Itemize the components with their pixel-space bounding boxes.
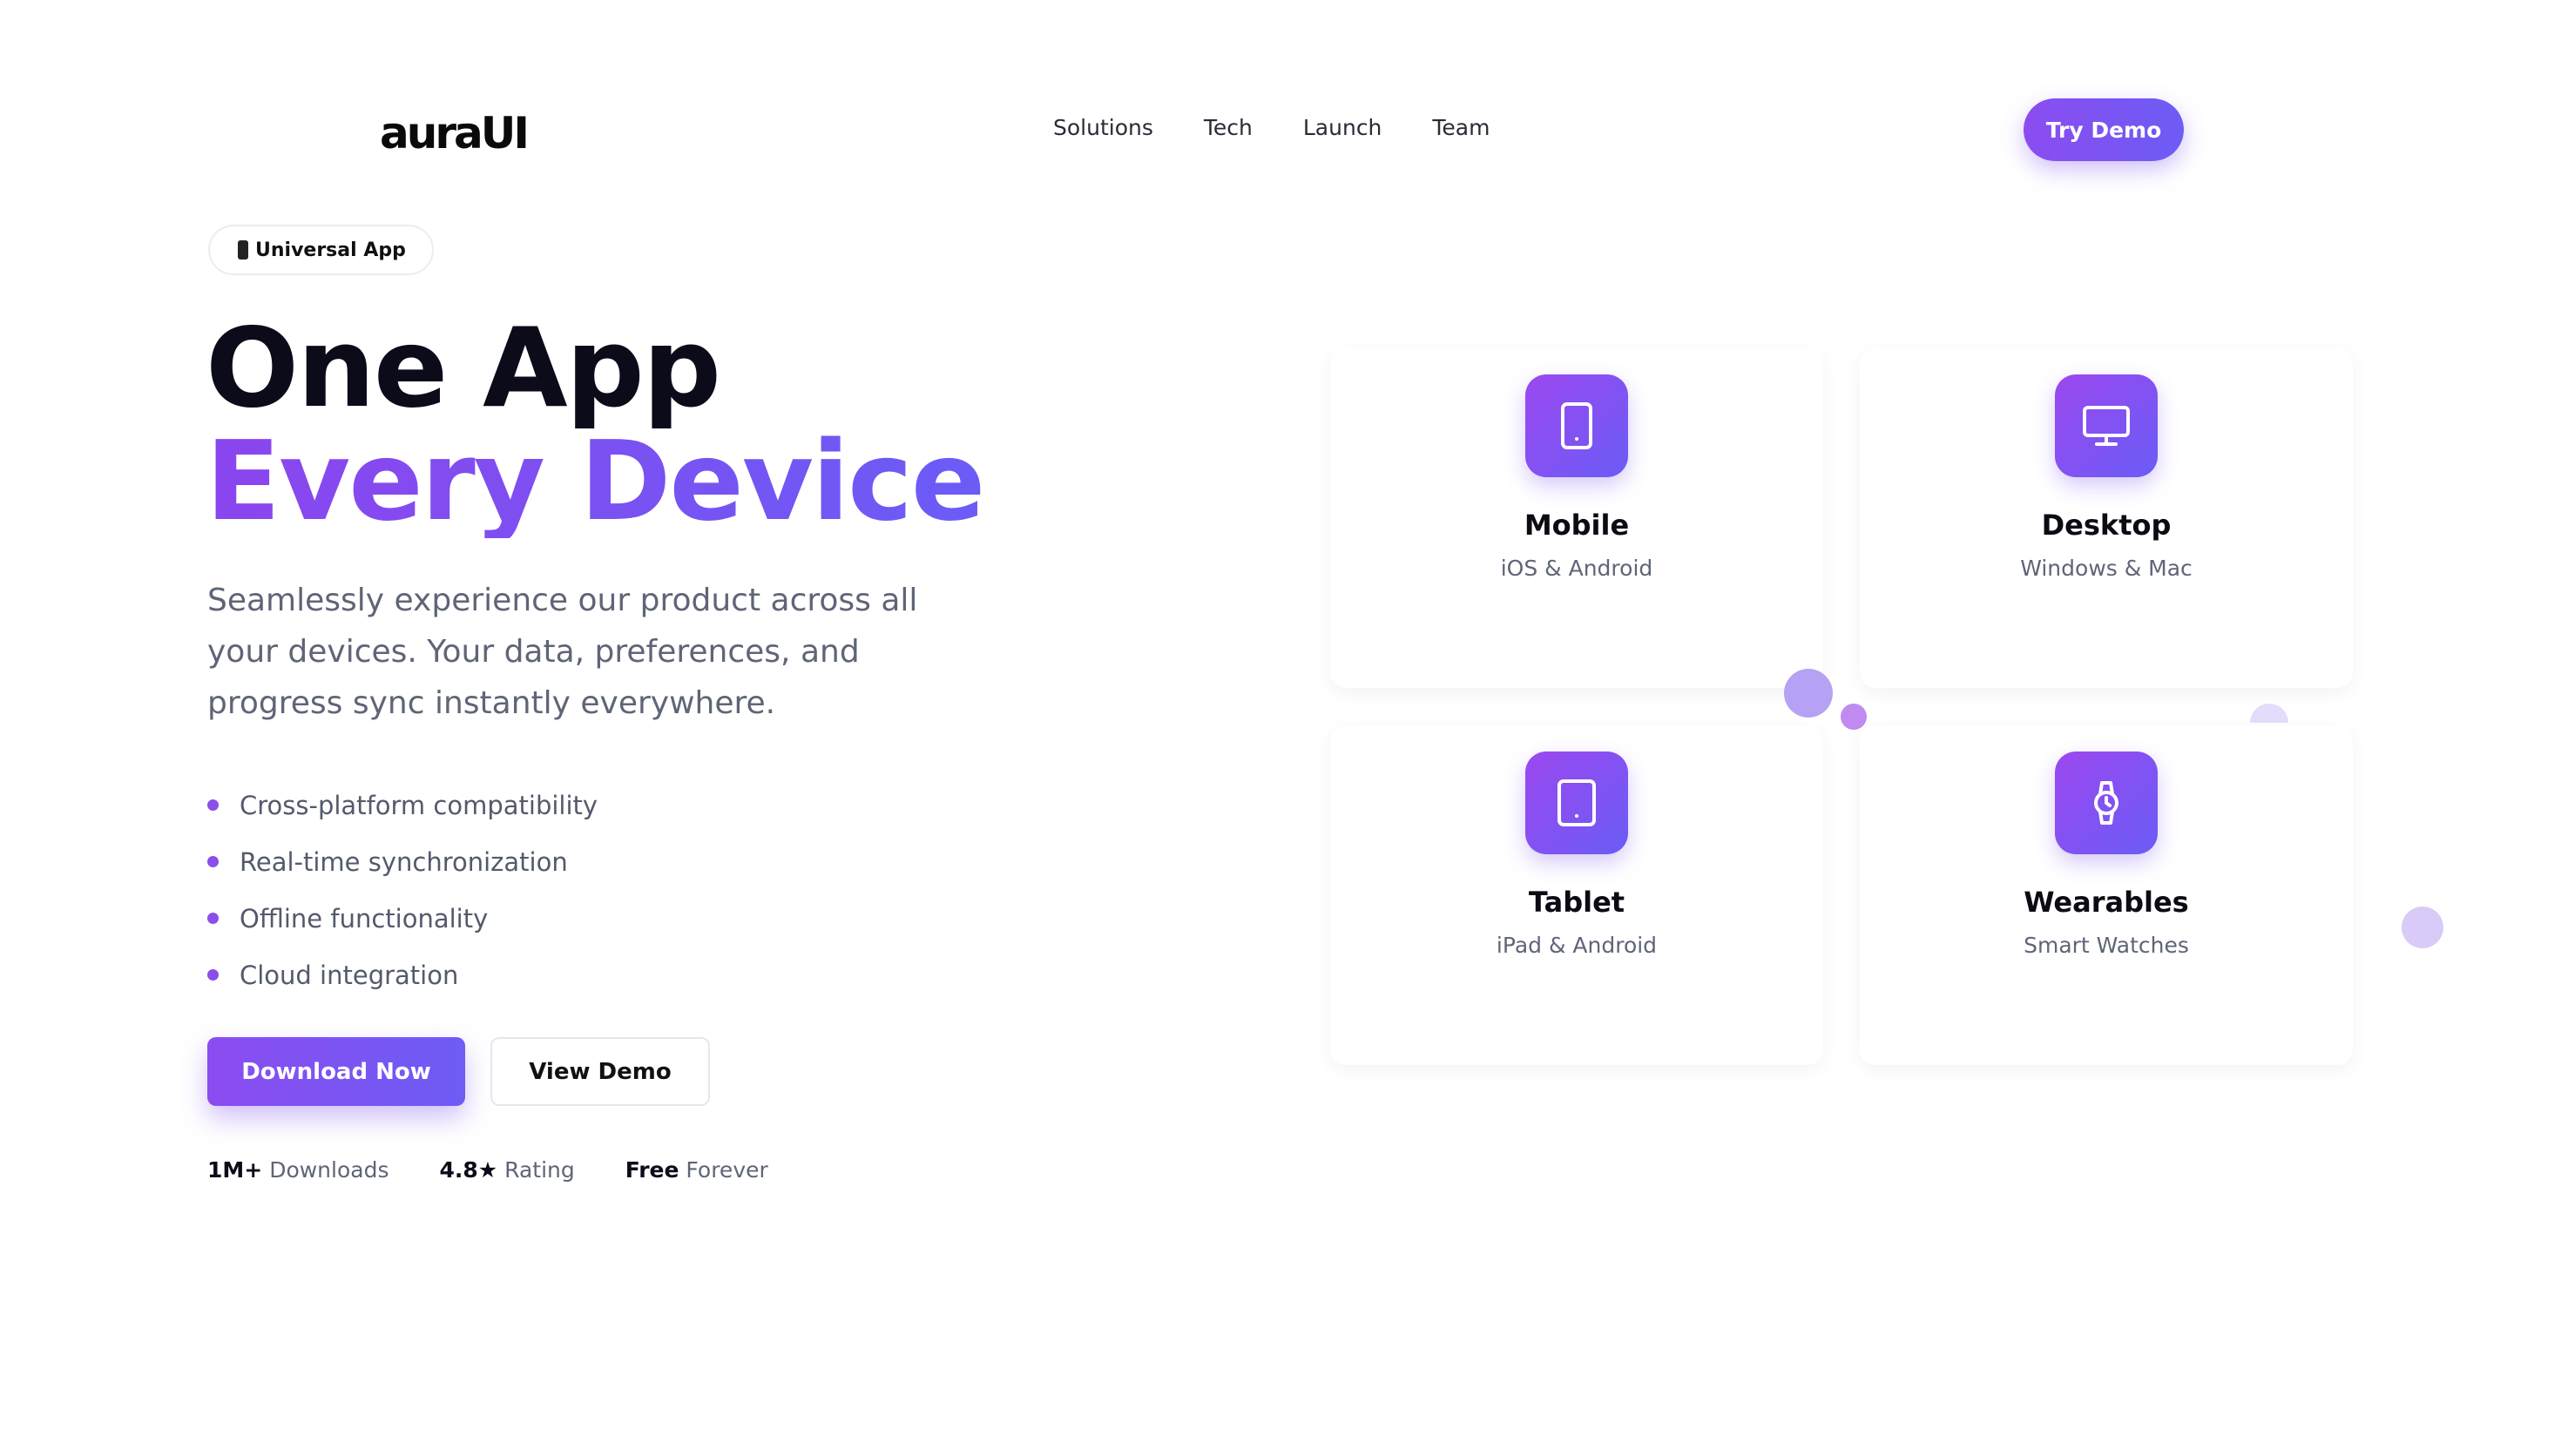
bullet-dot-icon [207, 913, 219, 924]
smartphone-icon [1525, 374, 1628, 477]
stat-downloads: 1M+ Downloads [207, 1157, 389, 1183]
device-title: Mobile [1524, 509, 1630, 542]
device-subtitle: iPad & Android [1496, 933, 1658, 958]
device-subtitle: Windows & Mac [2020, 556, 2193, 581]
stat-price: Free Forever [625, 1157, 768, 1183]
stats-row: 1M+ Downloads 4.8★ Rating Free Forever [207, 1157, 768, 1183]
hero-title-line2: Every Device [206, 417, 985, 545]
device-title: Desktop [2041, 509, 2172, 542]
main-nav: Solutions Tech Launch Team [1053, 115, 1540, 140]
phone-icon [238, 240, 248, 260]
feature-item: Real-time synchronization [207, 833, 598, 890]
nav-link-tech[interactable]: Tech [1204, 115, 1253, 140]
feature-label: Cloud integration [240, 960, 459, 990]
feature-item: Offline functionality [207, 890, 598, 947]
view-demo-button[interactable]: View Demo [490, 1037, 710, 1106]
device-card-mobile[interactable]: Mobile iOS & Android [1330, 348, 1823, 688]
stat-rating: 4.8★ Rating [439, 1157, 574, 1183]
stat-value: 4.8★ [439, 1157, 498, 1183]
stat-label: Downloads [269, 1157, 389, 1183]
monitor-icon [2055, 374, 2158, 477]
nav-link-launch[interactable]: Launch [1303, 115, 1382, 140]
feature-list: Cross-platform compatibility Real-time s… [207, 777, 598, 1003]
hero-description: Seamlessly experience our product across… [207, 583, 918, 721]
decorative-bubble [2250, 704, 2288, 723]
stat-label: Rating [504, 1157, 575, 1183]
tablet-icon [1525, 752, 1628, 854]
feature-label: Offline functionality [240, 903, 489, 934]
feature-item: Cloud integration [207, 947, 598, 1003]
decorative-bubble [1784, 669, 1833, 718]
feature-label: Real-time synchronization [240, 846, 568, 877]
watch-icon [2055, 752, 2158, 854]
universal-app-badge: Universal App [208, 225, 434, 275]
stat-label: Forever [686, 1157, 768, 1183]
stat-value: Free [625, 1157, 679, 1183]
device-card-tablet[interactable]: Tablet iPad & Android [1330, 725, 1823, 1065]
decorative-bubble [2402, 907, 2443, 948]
device-title: Tablet [1528, 886, 1625, 919]
device-subtitle: Smart Watches [2024, 933, 2189, 958]
feature-label: Cross-platform compatibility [240, 790, 598, 820]
nav-link-solutions[interactable]: Solutions [1053, 115, 1153, 140]
try-demo-button[interactable]: Try Demo [2024, 98, 2184, 161]
feature-item: Cross-platform compatibility [207, 777, 598, 833]
bullet-dot-icon [207, 969, 219, 981]
decorative-bubble [1841, 704, 1867, 730]
bullet-dot-icon [207, 799, 219, 811]
badge-label: Universal App [255, 239, 406, 261]
logo[interactable]: auraUI [380, 108, 530, 158]
device-title: Wearables [2024, 886, 2189, 919]
hero-title-line1: One App [206, 304, 721, 432]
stat-value: 1M+ [207, 1157, 263, 1183]
download-now-button[interactable]: Download Now [207, 1037, 465, 1106]
device-card-desktop[interactable]: Desktop Windows & Mac [1860, 348, 2353, 688]
device-subtitle: iOS & Android [1500, 556, 1653, 581]
device-card-wearables[interactable]: Wearables Smart Watches [1860, 725, 2353, 1065]
bullet-dot-icon [207, 856, 219, 867]
page: auraUI Solutions Tech Launch Team Try De… [0, 0, 2561, 1456]
nav-link-team[interactable]: Team [1432, 115, 1490, 140]
